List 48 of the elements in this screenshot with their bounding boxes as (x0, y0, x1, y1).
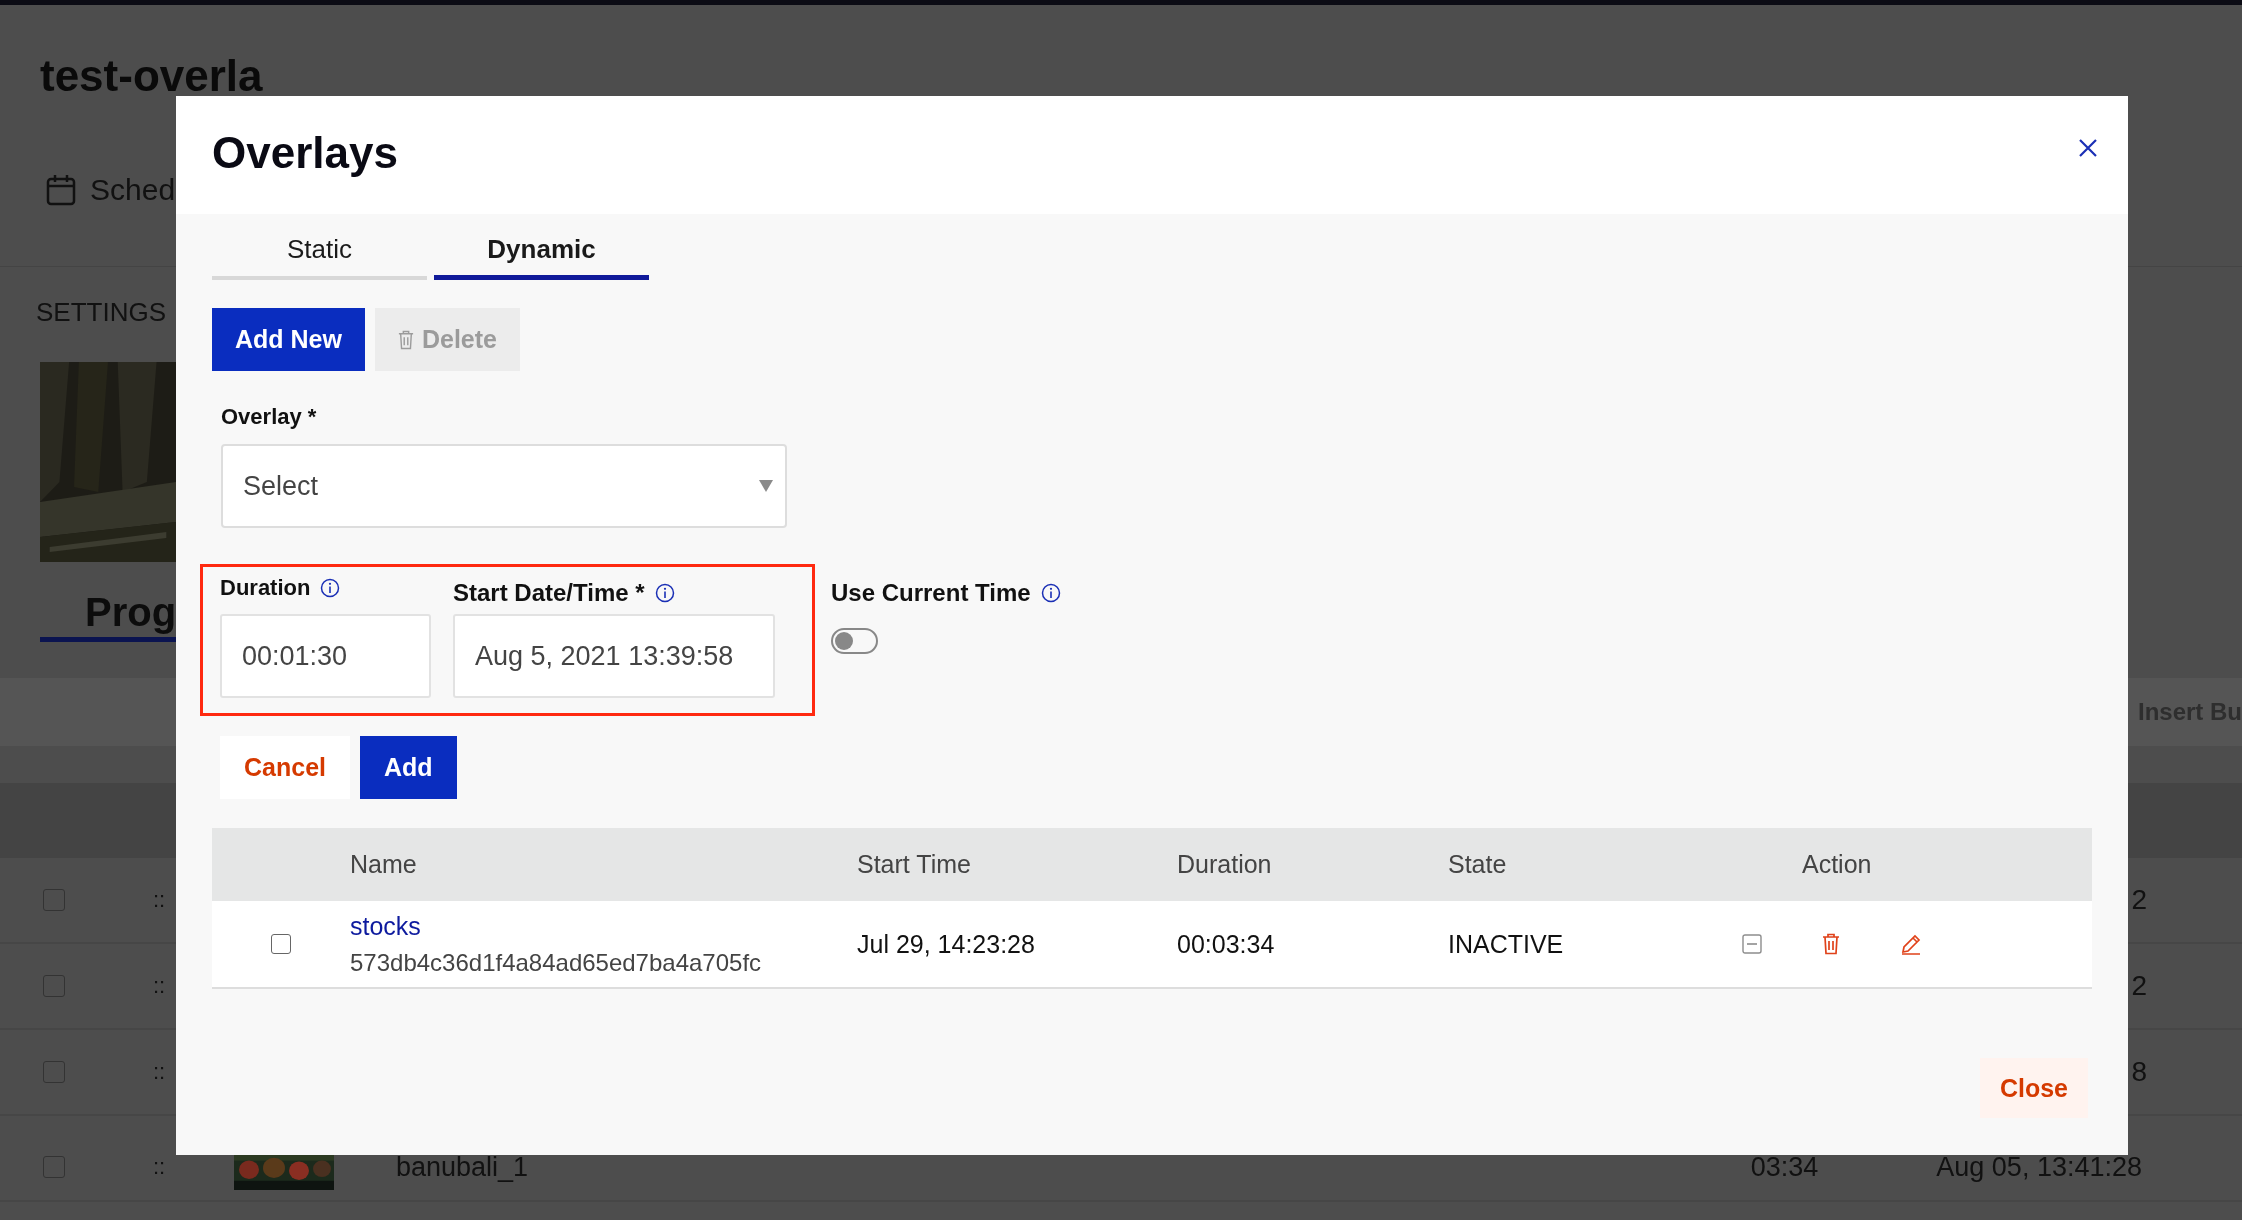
column-header: Action (1801, 850, 1873, 879)
table-cell-text: 00:03:34 (1177, 929, 1276, 959)
table-cell: 03:34 (1750, 1151, 1819, 1183)
minus-box-icon[interactable] (1742, 934, 1762, 954)
cancel-button[interactable]: Cancel (220, 736, 350, 799)
calendar-icon (46, 174, 76, 206)
info-icon[interactable] (320, 578, 341, 598)
column-header: Duration (1177, 850, 1273, 879)
tab[interactable]: Dynamic (434, 214, 649, 280)
trash-icon (397, 329, 414, 350)
field-label: Use Current Time (831, 579, 1031, 607)
start-date-field[interactable]: Aug 5, 2021 13:39:58 (453, 614, 775, 698)
row-checkbox[interactable] (43, 1156, 65, 1178)
row-checkbox[interactable] (43, 975, 65, 997)
close-button[interactable]: Close (1979, 1058, 2088, 1118)
table-cell-text: 8 (2131, 1056, 2148, 1088)
table-cell-text: 2 (2131, 884, 2148, 916)
overlay-name-link[interactable]: stocks (350, 911, 421, 941)
table-cell-text: banubali_1 (396, 1151, 530, 1183)
overlay-dropdown[interactable]: Select (221, 444, 787, 528)
table-cell-text: INACTIVE (1448, 929, 1565, 959)
close-icon[interactable] (2078, 138, 2098, 158)
overlay-id: 573db4c36d1f4a84ad65ed7ba4a705fc (350, 948, 763, 977)
add-button[interactable]: Add (360, 736, 457, 799)
add-new-button[interactable]: Add New (212, 308, 365, 371)
duration-field[interactable]: 00:01:30 (220, 614, 431, 698)
table-cell-text: 2 (2131, 970, 2148, 1002)
tab[interactable]: Static (212, 214, 427, 280)
caret-icon (759, 480, 773, 492)
field-label: Start Date/Time * (453, 579, 645, 607)
delete-icon[interactable] (1822, 933, 1840, 955)
info-icon[interactable] (654, 583, 675, 603)
field-label: Duration (220, 575, 311, 601)
row-checkbox[interactable] (271, 934, 291, 954)
column-header: Start Time (857, 850, 972, 879)
toggle-switch[interactable] (831, 628, 878, 654)
settings-label: SETTINGS (36, 297, 166, 327)
column-header: Name (350, 850, 418, 879)
info-icon[interactable] (1040, 583, 1061, 603)
page-title: test-overla (40, 51, 264, 101)
column-header: State (1448, 850, 1508, 879)
row-checkbox[interactable] (43, 889, 65, 911)
field-label: Overlay * (221, 404, 318, 430)
table-cell-text: Aug 05, 13:41:28 (1936, 1151, 2143, 1183)
dialog-title: Overlays (212, 128, 398, 178)
row-checkbox[interactable] (43, 1061, 65, 1083)
table-cell-text: Jul 29, 14:23:28 (857, 929, 1036, 959)
edit-icon[interactable] (1900, 933, 1922, 955)
